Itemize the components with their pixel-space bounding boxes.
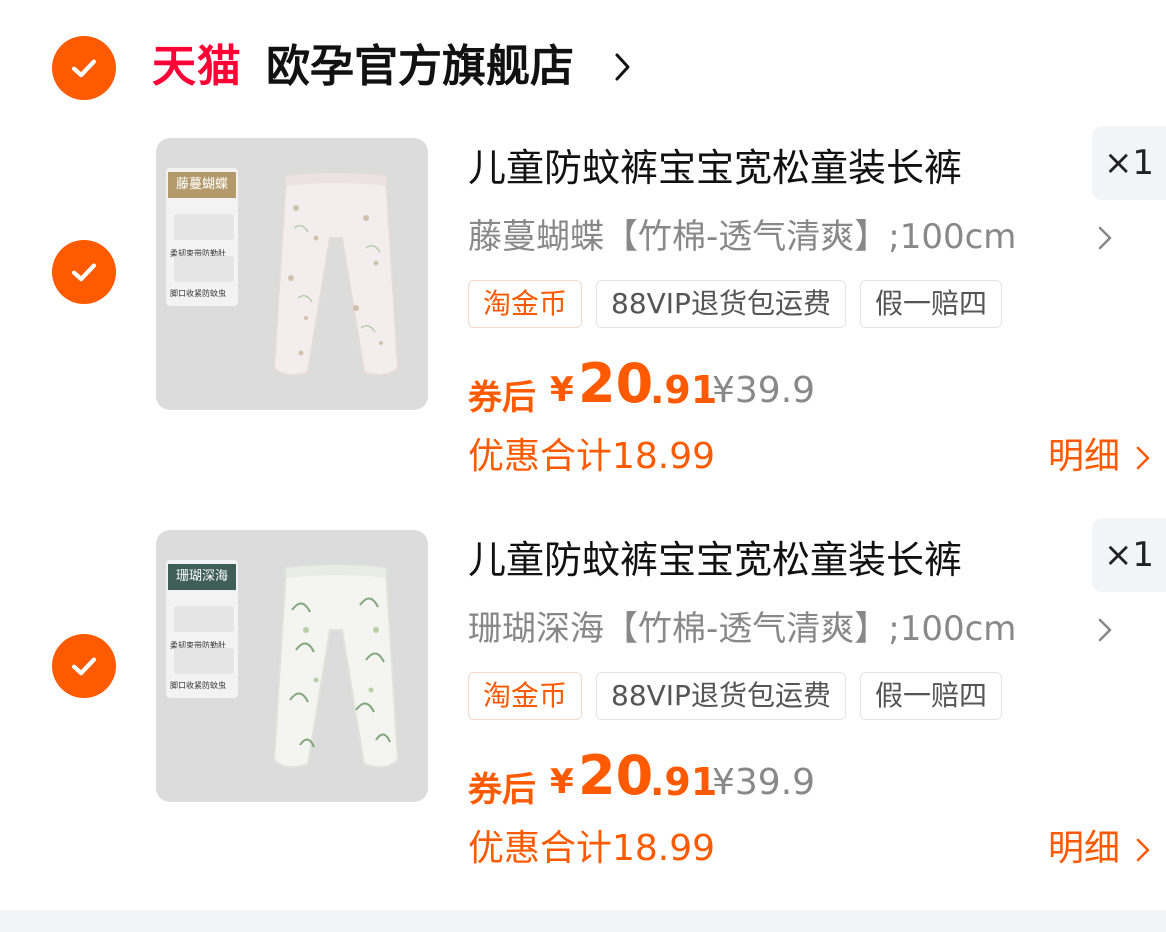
chevron-right-icon[interactable]	[612, 50, 634, 84]
thumb-detail-image	[174, 256, 234, 282]
tag-fake-compensation: 假一赔四	[859, 280, 1002, 328]
checkmark-icon	[71, 263, 97, 282]
thumb-variant-tag: 珊瑚深海	[168, 564, 236, 590]
original-price: ¥39.9	[712, 762, 816, 803]
tag-88vip-return: 88VIP退货包运费	[596, 280, 846, 328]
checkmark-icon	[71, 59, 97, 78]
service-tags: 淘金币 88VIP退货包运费 假一赔四	[468, 280, 1002, 328]
product-image[interactable]: 藤蔓蝴蝶 柔韧束带防勒肚 脚口收紧防蚊虫	[156, 138, 428, 410]
tag-taojinbi: 淘金币	[468, 280, 583, 328]
price-currency: ¥	[550, 762, 574, 802]
discount-total: 优惠合计18.99	[468, 436, 716, 477]
store-header[interactable]: 天猫 欧孕官方旗舰店	[0, 0, 1166, 120]
quantity-badge[interactable]: ×1	[1092, 126, 1166, 200]
product-image[interactable]: 珊瑚深海 柔韧束带防勒肚 脚口收紧防蚊虫	[156, 530, 428, 802]
thumb-detail-image	[174, 214, 234, 240]
thumb-detail-image	[174, 606, 234, 632]
product-title[interactable]: 儿童防蚊裤宝宝宽松童装长裤	[468, 144, 962, 192]
discount-detail-link[interactable]: 明细	[1048, 826, 1120, 872]
chevron-right-icon[interactable]	[1096, 616, 1114, 644]
store-name[interactable]: 欧孕官方旗舰店	[266, 40, 574, 94]
chevron-right-icon[interactable]	[1096, 224, 1114, 252]
bottom-divider	[0, 910, 1166, 932]
chevron-right-icon[interactable]	[1134, 836, 1152, 864]
price-integer: 20	[578, 352, 654, 415]
price-decimal: .91	[650, 760, 718, 804]
price-integer: 20	[578, 744, 654, 807]
thumb-variant-tag: 藤蔓蝴蝶	[168, 172, 236, 198]
sku-selector[interactable]: 珊瑚深海【竹棉-透气清爽】;100cm	[468, 606, 1016, 652]
price-decimal: .91	[650, 368, 718, 412]
price-label: 券后	[468, 378, 536, 418]
cart-item[interactable]: 珊瑚深海 柔韧束带防勒肚 脚口收紧防蚊虫 儿童防蚊裤宝宝宽松童装长裤 ×1 珊瑚…	[0, 518, 1166, 922]
price-currency: ¥	[550, 370, 574, 410]
thumb-caption: 脚口收紧防蚊虫	[170, 681, 226, 690]
price-label: 券后	[468, 770, 536, 810]
quantity-badge[interactable]: ×1	[1092, 518, 1166, 592]
original-price: ¥39.9	[712, 370, 816, 411]
checkmark-icon	[71, 657, 97, 676]
tag-fake-compensation: 假一赔四	[859, 672, 1002, 720]
discount-detail-link[interactable]: 明细	[1048, 434, 1120, 480]
tmall-logo: 天猫	[152, 41, 242, 92]
product-title[interactable]: 儿童防蚊裤宝宝宽松童装长裤	[468, 536, 962, 584]
tag-88vip-return: 88VIP退货包运费	[596, 672, 846, 720]
cart-item[interactable]: 藤蔓蝴蝶 柔韧束带防勒肚 脚口收紧防蚊虫 儿童防蚊裤宝宝宽松童装长裤 ×1 藤蔓…	[0, 126, 1166, 530]
service-tags: 淘金币 88VIP退货包运费 假一赔四	[468, 672, 1002, 720]
item-select-checkbox[interactable]	[52, 240, 116, 304]
thumb-caption: 脚口收紧防蚊虫	[170, 289, 226, 298]
sku-selector[interactable]: 藤蔓蝴蝶【竹棉-透气清爽】;100cm	[468, 214, 1016, 260]
chevron-right-icon[interactable]	[1134, 444, 1152, 472]
pants-illustration	[272, 564, 400, 769]
tag-taojinbi: 淘金币	[468, 672, 583, 720]
pants-illustration	[272, 172, 400, 377]
discount-total: 优惠合计18.99	[468, 828, 716, 869]
item-select-checkbox[interactable]	[52, 634, 116, 698]
store-select-checkbox[interactable]	[52, 36, 116, 100]
thumb-detail-image	[174, 648, 234, 674]
